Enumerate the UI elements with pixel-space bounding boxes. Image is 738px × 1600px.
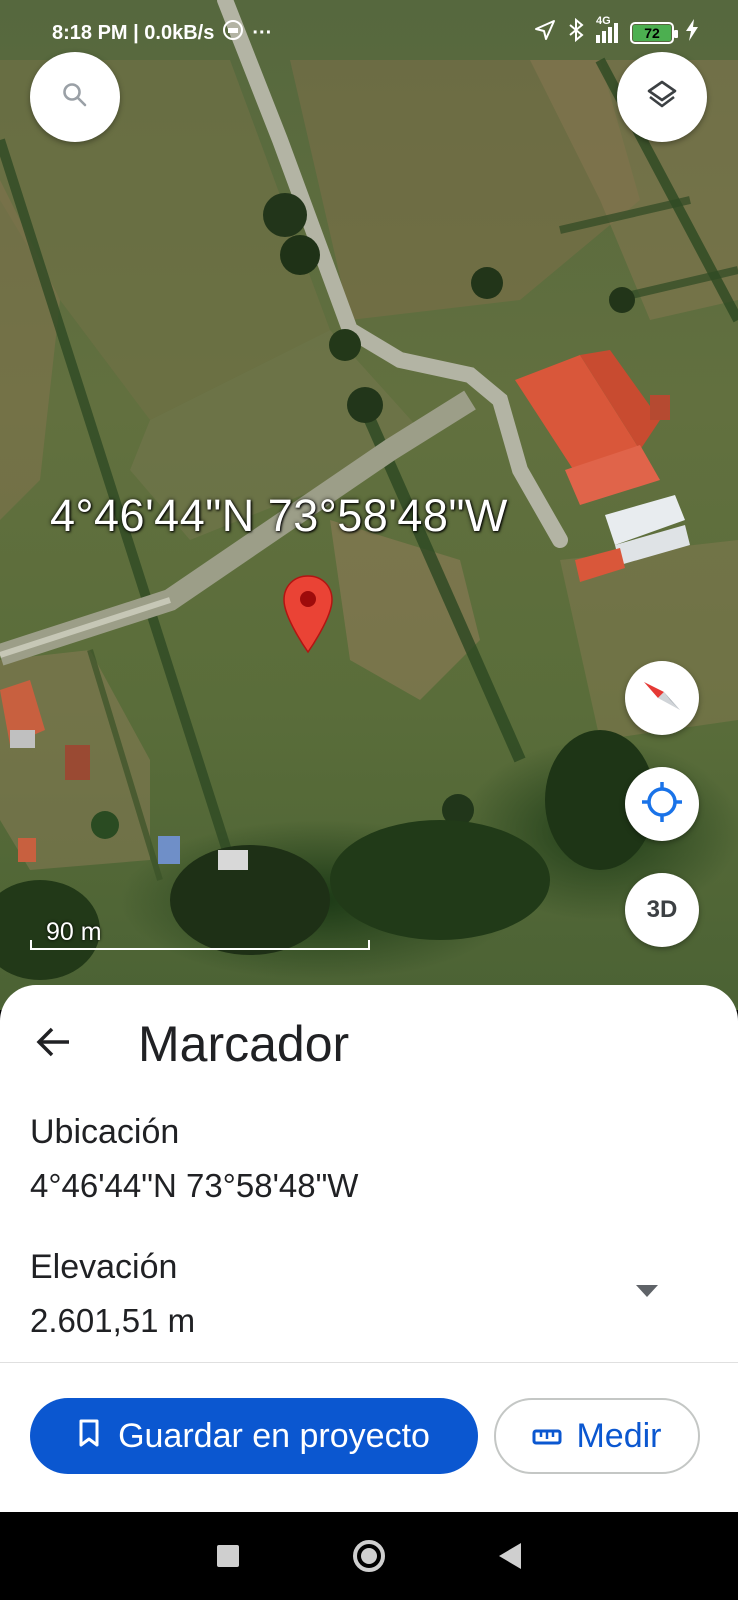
back-button[interactable] (30, 1020, 78, 1068)
system-nav-bar (0, 1512, 738, 1600)
search-icon (61, 81, 89, 114)
location-arrow-icon (534, 19, 556, 47)
save-label: Guardar en proyecto (118, 1416, 430, 1455)
home-icon (361, 1548, 377, 1564)
battery-icon: 72 (630, 22, 678, 44)
compass-icon (640, 674, 684, 723)
3d-label: 3D (646, 896, 678, 923)
more-dots: ··· (252, 21, 273, 44)
bookmark-icon (78, 1417, 100, 1456)
elevation-value: 2.601,51 m (30, 1302, 196, 1339)
measure-label: Medir (576, 1416, 662, 1455)
3d-toggle-button[interactable]: 3D (625, 873, 699, 947)
save-to-project-button[interactable]: Guardar en proyecto (30, 1398, 478, 1474)
status-bar: 8:18 PM | 0.0kB/s ··· 4G 72 (0, 0, 738, 66)
coordinates-overlay: 4°46'44"N 73°58'48"W (50, 490, 508, 541)
back-arrow-icon (36, 1027, 72, 1062)
sheet-header: Marcador (30, 1009, 349, 1079)
compass-button[interactable] (625, 661, 699, 735)
ruler-icon (532, 1417, 562, 1456)
charging-icon (686, 19, 698, 47)
my-location-icon (640, 780, 684, 829)
map-pin-icon[interactable] (282, 574, 334, 654)
divider (0, 1362, 738, 1363)
measure-button[interactable]: Medir (494, 1398, 700, 1474)
home-button[interactable] (353, 1540, 385, 1572)
system-back-button[interactable] (499, 1543, 521, 1569)
layers-icon (645, 78, 679, 117)
sheet-title: Marcador (138, 1016, 350, 1072)
bluetooth-icon (568, 17, 584, 48)
network-type: 4G (596, 15, 611, 27)
location-value: 4°46'44"N 73°58'48"W (30, 1167, 359, 1204)
battery-level: 72 (633, 25, 671, 41)
status-time: 8:18 PM | 0.0kB/s (52, 21, 215, 44)
my-location-button[interactable] (625, 767, 699, 841)
vpn-icon (222, 19, 244, 47)
scale-bar (30, 940, 370, 950)
signal-icon: 4G (596, 15, 618, 43)
map-scale: 90 m (30, 918, 370, 954)
elevation-label: Elevación (30, 1248, 178, 1286)
recents-button[interactable] (217, 1545, 239, 1567)
dropdown-arrow-icon[interactable] (636, 1284, 658, 1297)
location-label: Ubicación (30, 1113, 180, 1151)
